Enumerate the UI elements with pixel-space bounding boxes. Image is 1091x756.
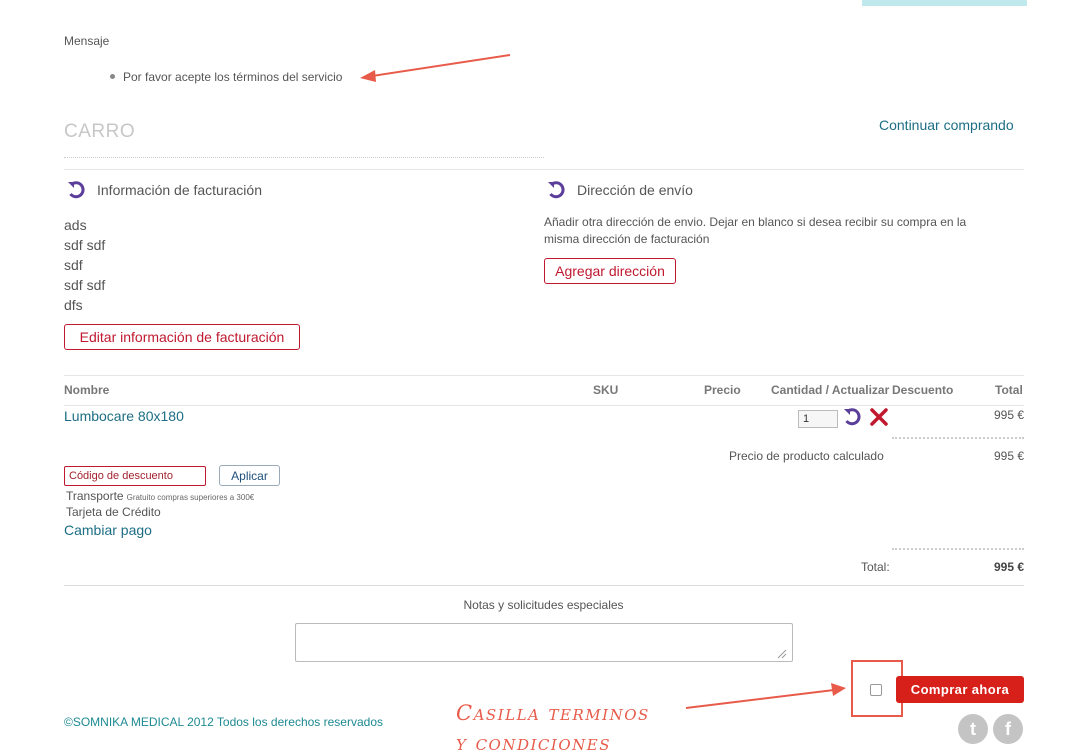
- top-tab-strip: [862, 0, 1027, 6]
- apply-coupon-button[interactable]: Aplicar: [219, 465, 280, 486]
- shipping-method: Transporte Gratuito compras superiores a …: [66, 489, 254, 503]
- shipping-method-note: Gratuito compras superiores a 300€: [126, 493, 255, 502]
- notes-label: Notas y solicitudes especiales: [463, 598, 624, 612]
- page-title: CARRO: [64, 121, 136, 142]
- message-label: Mensaje: [64, 34, 110, 48]
- column-header-price: Precio: [704, 383, 741, 397]
- refresh-icon: [548, 181, 565, 199]
- billing-line: sdf: [64, 257, 83, 273]
- title-divider: [64, 157, 544, 158]
- subtotal-divider: [892, 437, 1024, 439]
- billing-line: sdf sdf: [64, 277, 106, 293]
- shipping-description: Añadir otra dirección de envio. Dejar en…: [544, 215, 967, 246]
- billing-heading-label: Información de facturación: [97, 182, 262, 198]
- edit-billing-button[interactable]: Editar información de facturación: [64, 324, 300, 350]
- calculated-price-label: Precio de producto calculado: [729, 449, 884, 463]
- annotation-line: Casilla terminos: [456, 701, 650, 725]
- section-divider: [64, 169, 1024, 170]
- product-name-link[interactable]: Lumbocare 80x180: [64, 408, 184, 424]
- shipping-method-label: Transporte: [66, 489, 124, 503]
- terms-annotation: Casilla terminos y condiciones: [456, 698, 650, 756]
- twitter-icon[interactable]: t: [958, 714, 988, 744]
- arrow-to-checkbox: [685, 683, 846, 709]
- billing-line: dfs: [64, 297, 83, 313]
- billing-heading: Información de facturación: [66, 180, 262, 200]
- message-list: Por favor acepte los términos del servic…: [110, 70, 342, 84]
- remove-item-icon[interactable]: [869, 407, 889, 427]
- table-top-divider: [64, 375, 1024, 376]
- notes-divider: [64, 585, 1024, 586]
- update-quantity-icon[interactable]: [842, 407, 862, 427]
- order-total-value: 995 €: [993, 560, 1024, 574]
- calculated-price-value: 995 €: [993, 449, 1024, 463]
- column-header-quantity: Cantidad / Actualizar: [771, 383, 890, 397]
- shipping-heading: Dirección de envío: [546, 180, 693, 200]
- billing-line: ads: [64, 217, 87, 233]
- table-header-divider: [64, 405, 1024, 406]
- change-payment-link[interactable]: Cambiar pago: [64, 522, 152, 538]
- billing-line: sdf sdf: [64, 237, 106, 253]
- shipping-heading-label: Dirección de envío: [577, 182, 693, 198]
- payment-method: Tarjeta de Crédito: [66, 505, 161, 519]
- column-header-sku: SKU: [593, 383, 619, 397]
- bullet-icon: [110, 74, 115, 80]
- coupon-input[interactable]: [64, 466, 206, 486]
- line-total: 995 €: [993, 408, 1024, 422]
- quantity-input[interactable]: [798, 410, 838, 428]
- total-divider: [892, 548, 1024, 550]
- message-text: Por favor acepte los términos del servic…: [123, 70, 343, 84]
- continue-shopping-link[interactable]: Continuar comprando: [879, 117, 1014, 133]
- notes-textarea[interactable]: [295, 623, 793, 662]
- annotation-line: y condiciones: [456, 731, 611, 755]
- message-item: Por favor acepte los términos del servic…: [110, 70, 342, 84]
- billing-address: ads sdf sdf sdf sdf sdf dfs: [64, 215, 105, 315]
- column-header-discount: Descuento: [892, 383, 954, 397]
- arrow-to-message: [360, 54, 511, 82]
- buy-now-button[interactable]: Comprar ahora: [896, 676, 1024, 703]
- terms-checkbox[interactable]: [870, 684, 882, 696]
- column-header-total: Total: [995, 383, 1023, 397]
- column-header-name: Nombre: [64, 383, 110, 397]
- resize-grip-icon[interactable]: [775, 647, 787, 659]
- add-address-button[interactable]: Agregar dirección: [544, 258, 676, 284]
- facebook-icon[interactable]: f: [993, 714, 1023, 744]
- order-total-label: Total:: [861, 560, 890, 574]
- refresh-icon: [68, 181, 85, 199]
- footer-copyright: ©SOMNIKA MEDICAL 2012 Todos los derechos…: [64, 715, 383, 729]
